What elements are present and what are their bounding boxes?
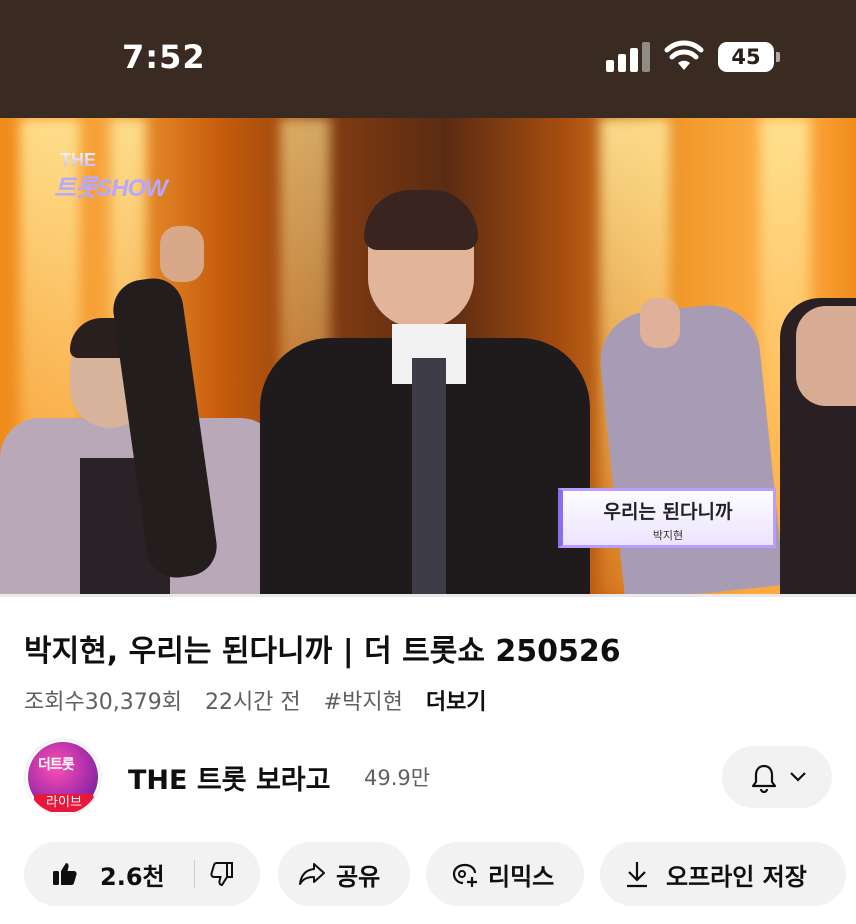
notification-button[interactable]: [722, 746, 832, 808]
share-button[interactable]: 공유: [278, 842, 410, 906]
channel-avatar[interactable]: 더트롯 라이브: [24, 738, 102, 816]
video-meta[interactable]: 조회수30,379회 22시간 전 #박지현 더보기: [24, 684, 503, 716]
song-caption: 우리는 된다니까 박지현: [558, 488, 776, 548]
upload-age: 22시간 전: [204, 690, 301, 715]
song-artist: 박지현: [652, 529, 684, 542]
remix-label: 리믹스: [488, 862, 555, 891]
video-title: 박지현, 우리는 된다니까 | 더 트롯쇼 250526: [24, 634, 621, 669]
bell-icon: [751, 764, 777, 793]
avatar-text: 더트롯: [38, 757, 75, 773]
more-button[interactable]: 더보기: [426, 690, 487, 715]
like-count: 2.6천: [100, 862, 165, 891]
battery-icon: 45: [718, 42, 780, 72]
channel-name[interactable]: THE 트롯 보라고: [128, 758, 330, 797]
hashtag-link[interactable]: #박지현: [324, 690, 403, 715]
battery-level: 45: [718, 42, 774, 72]
show-logo: THE 트롯SHOW: [54, 150, 168, 202]
avatar-badge: 라이브: [34, 794, 94, 812]
remix-button[interactable]: 리믹스: [426, 842, 584, 906]
thumbs-up-icon: [53, 863, 77, 885]
subscriber-count: 49.9만: [364, 766, 431, 790]
video-progress-bar[interactable]: [0, 594, 856, 597]
wifi-icon: [664, 40, 704, 70]
dislike-button[interactable]: [208, 861, 234, 891]
download-label: 오프라인 저장: [666, 862, 807, 891]
clock: 7:52: [122, 38, 206, 76]
like-button[interactable]: 2.6천: [24, 842, 165, 906]
download-button[interactable]: 오프라인 저장: [600, 842, 846, 906]
share-icon: [299, 863, 325, 885]
video-player[interactable]: THE 트롯SHOW 우리는 된다니까 박지현: [0, 118, 856, 594]
song-title: 우리는 된다니까: [603, 501, 733, 523]
remix-icon: [452, 863, 477, 887]
status-bar: 7:52 45: [0, 0, 856, 118]
share-label: 공유: [336, 862, 381, 891]
like-dislike-group: 2.6천: [24, 842, 260, 906]
chevron-down-icon: [790, 772, 806, 782]
view-count: 조회수30,379회: [24, 690, 182, 715]
cellular-signal-icon: [606, 42, 652, 72]
thumbs-down-icon: [210, 862, 233, 887]
download-icon: [627, 862, 647, 888]
